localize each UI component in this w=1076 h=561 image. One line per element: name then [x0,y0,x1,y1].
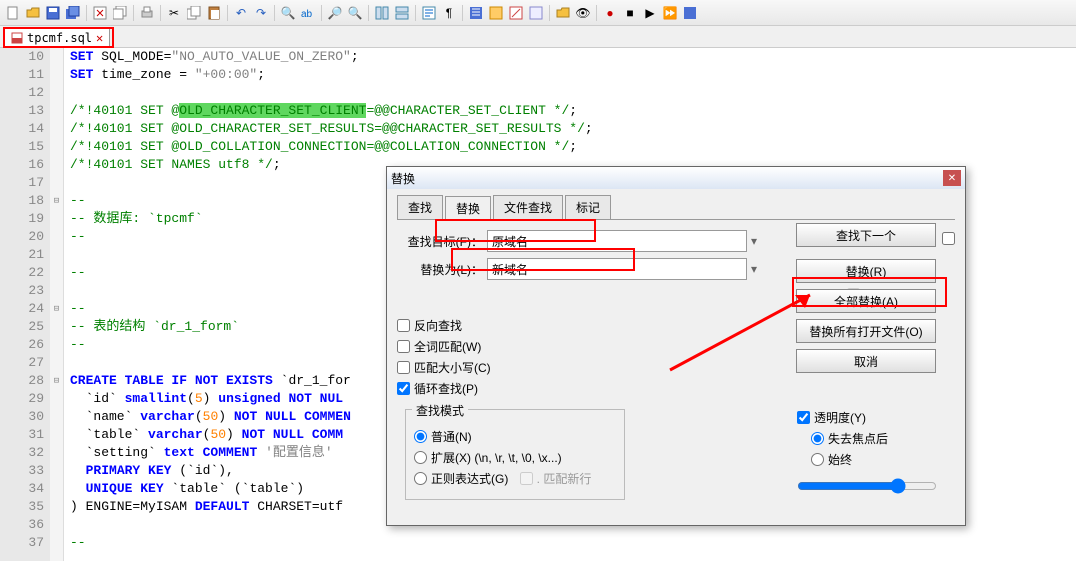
mode-normal[interactable]: 普通(N) [414,428,616,445]
opt-wrap[interactable]: 循环查找(P) [397,380,955,397]
stop-icon[interactable]: ■ [621,4,639,22]
close-icon[interactable] [91,4,109,22]
search-mode-title: 查找模式 [412,402,468,419]
replace-label: 替换为(L)： [397,261,487,278]
monitor-icon[interactable]: 👁 [574,4,592,22]
replace-input[interactable] [487,258,747,280]
line-number-gutter: 1011121314151617181920212223242526272829… [0,48,50,561]
cancel-button[interactable]: 取消 [796,349,936,373]
zoom-in-icon[interactable]: 🔎 [326,4,344,22]
file-tab-close-icon[interactable]: ✕ [96,31,103,45]
dialog-tabs: 查找替换文件查找标记 [397,195,955,220]
new-file-icon[interactable] [4,4,22,22]
doc-map-icon[interactable] [507,4,525,22]
transparency-group: 透明度(Y) 失去焦点后 始终 [797,409,947,497]
print-icon[interactable] [138,4,156,22]
redo-icon[interactable]: ↷ [252,4,270,22]
find-dropdown-icon[interactable]: ▾ [751,234,757,248]
mode-extended[interactable]: 扩展(X) (\n, \r, \t, \0, \x...) [414,449,616,466]
replace-icon[interactable]: ab [299,4,317,22]
find-label: 查找目标(F)： [397,233,487,250]
replace-all-button[interactable]: 全部替换(A) [796,289,936,313]
transparency-slider[interactable] [797,478,937,494]
folder-icon[interactable] [554,4,572,22]
indent-guide-icon[interactable] [467,4,485,22]
dialog-buttons: 查找下一个 替换(R) 全部替换(A) 替换所有打开文件(O) 取消 [796,223,955,379]
undo-icon[interactable]: ↶ [232,4,250,22]
wrap-icon[interactable] [420,4,438,22]
replace-button[interactable]: 替换(R) [796,259,936,283]
open-icon[interactable] [24,4,42,22]
find-input[interactable] [487,230,747,252]
search-mode-group: 查找模式 普通(N) 扩展(X) (\n, \r, \t, \0, \x...)… [405,409,625,500]
replace-dropdown-icon[interactable]: ▾ [751,262,757,276]
copy-icon[interactable] [185,4,203,22]
file-tabbar: tpcmf.sql ✕ [0,26,1076,48]
file-tab[interactable]: tpcmf.sql ✕ [4,28,110,47]
find-next-pin-checkbox[interactable] [942,232,955,245]
dialog-tab-1[interactable]: 替换 [445,196,491,220]
save-macro-icon[interactable] [681,4,699,22]
save-all-icon[interactable] [64,4,82,22]
sync-h-icon[interactable] [393,4,411,22]
play-multi-icon[interactable]: ⏩ [661,4,679,22]
svg-text:ab: ab [301,9,313,20]
replace-open-files-button[interactable]: 替换所有打开文件(O) [796,319,936,343]
zoom-out-icon[interactable]: 🔍 [346,4,364,22]
close-all-icon[interactable] [111,4,129,22]
dialog-title: 替换 [391,170,943,187]
record-icon[interactable]: ● [601,4,619,22]
dialog-tab-0[interactable]: 查找 [397,195,443,219]
dialog-titlebar[interactable]: 替换 ✕ [387,167,965,189]
find-next-button[interactable]: 查找下一个 [796,223,936,247]
paste-icon[interactable] [205,4,223,22]
save-icon[interactable] [44,4,62,22]
lang-icon[interactable] [487,4,505,22]
fold-gutter: ⊟⊟⊟ [50,48,64,561]
main-toolbar: ✂ ↶ ↷ 🔍 ab 🔎 🔍 ¶ 👁 ● ■ ▶ ⏩ [0,0,1076,26]
dialog-tab-2[interactable]: 文件查找 [493,195,563,219]
file-tab-name: tpcmf.sql [27,31,92,45]
play-icon[interactable]: ▶ [641,4,659,22]
dialog-tab-3[interactable]: 标记 [565,195,611,219]
mode-regex[interactable]: 正则表达式(G) . 匹配新行 [414,470,616,487]
func-list-icon[interactable] [527,4,545,22]
transparency-checkbox[interactable]: 透明度(Y) [797,409,947,426]
sql-file-icon [11,32,23,44]
replace-dialog: 替换 ✕ 查找替换文件查找标记 查找目标(F)： ▾ 替换为(L)： ▾ 选取范… [386,166,966,526]
sync-v-icon[interactable] [373,4,391,22]
find-icon[interactable]: 🔍 [279,4,297,22]
show-all-icon[interactable]: ¶ [440,4,458,22]
trans-always[interactable]: 始终 [811,451,947,468]
trans-lose-focus[interactable]: 失去焦点后 [811,430,947,447]
cut-icon[interactable]: ✂ [165,4,183,22]
dialog-close-icon[interactable]: ✕ [943,170,961,186]
